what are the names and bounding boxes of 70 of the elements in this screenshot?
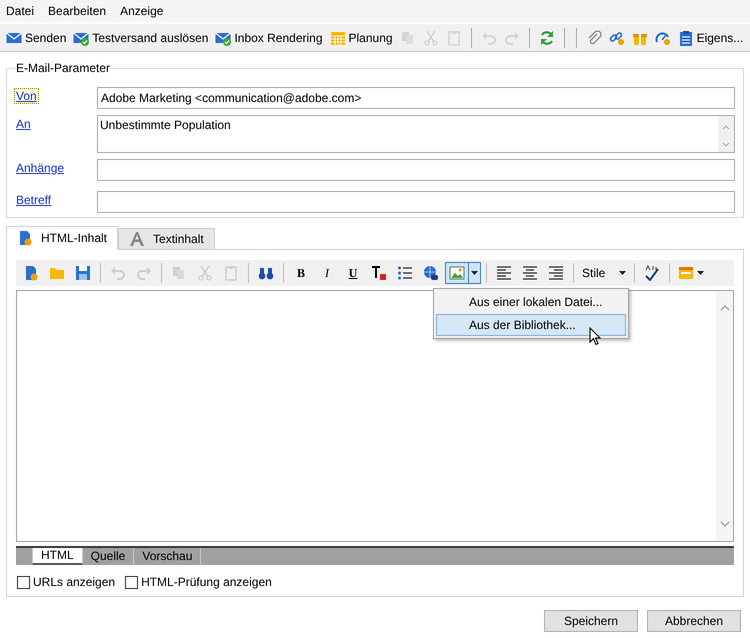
toolbar-button[interactable]: U xyxy=(341,262,365,284)
scrollbar[interactable] xyxy=(716,291,733,541)
text-area[interactable]: Unbestimmte Population xyxy=(97,115,735,153)
toolbar-button[interactable]: Senden xyxy=(4,26,68,48)
envelope-check-icon xyxy=(73,30,90,46)
insert-image-button[interactable] xyxy=(445,262,481,284)
checkbox[interactable] xyxy=(17,576,30,588)
field-label-link[interactable]: Betreff xyxy=(15,193,52,207)
input-field[interactable] xyxy=(97,191,735,213)
redo-icon xyxy=(504,30,520,46)
mouse-cursor-icon xyxy=(589,327,601,346)
field-label-link[interactable]: Von xyxy=(15,89,38,103)
content-tab[interactable]: Textinhalt xyxy=(118,228,215,249)
toolbar-button[interactable]: Testversand auslösen xyxy=(71,26,210,48)
link-icon xyxy=(608,30,625,46)
undo-icon xyxy=(110,265,126,281)
checkbox[interactable] xyxy=(125,576,138,588)
document-icon xyxy=(23,265,39,281)
dialog-button[interactable]: Abbrechen xyxy=(647,610,741,632)
document-icon xyxy=(17,230,33,246)
clipboard-icon xyxy=(678,30,694,46)
refresh-icon xyxy=(538,30,555,46)
save-icon xyxy=(75,265,91,281)
toolbar-button[interactable]: B xyxy=(289,262,313,284)
checkbox-label: URLs anzeigen xyxy=(33,574,116,591)
binoculars-icon xyxy=(258,265,274,281)
text-color-icon xyxy=(371,265,387,281)
scroll-down-icon[interactable] xyxy=(720,521,730,527)
align-center-icon xyxy=(522,265,538,281)
toolbar-button[interactable]: Eigens... xyxy=(676,26,746,48)
clipboard-icon xyxy=(223,265,239,281)
input-field[interactable] xyxy=(97,159,735,181)
bulleted-list-icon xyxy=(397,265,413,281)
copy-icon xyxy=(400,30,416,46)
menu-item[interactable]: Anzeige xyxy=(118,2,166,20)
envelope-check-icon xyxy=(215,30,232,46)
letter-a-icon xyxy=(129,231,146,247)
dialog-button[interactable]: Speichern xyxy=(544,610,638,632)
editor-area[interactable] xyxy=(16,290,734,542)
toolbar-button[interactable]: Planung xyxy=(328,26,395,48)
image-icon xyxy=(449,265,465,281)
toolbar-button[interactable]: I xyxy=(315,262,339,284)
undo-icon xyxy=(480,30,497,46)
menu-item[interactable]: Datei xyxy=(4,2,36,20)
align-left-icon xyxy=(496,265,512,281)
clipboard-icon xyxy=(446,30,462,46)
scroll-up-icon[interactable] xyxy=(720,305,730,311)
field-label-link[interactable]: Anhänge xyxy=(15,161,66,175)
envelope-icon xyxy=(6,30,22,46)
input-field[interactable]: Adobe Marketing <communication@adobe.com> xyxy=(97,87,735,109)
toolbar-button[interactable]: Inbox Rendering xyxy=(213,26,325,48)
menu-item[interactable]: Aus einer lokalen Datei... xyxy=(436,291,626,313)
checkbox-label: HTML-Prüfung anzeigen xyxy=(141,574,272,591)
copy-icon xyxy=(171,265,187,281)
content-tab[interactable]: HTML-Inhalt xyxy=(6,226,118,250)
scissors-icon xyxy=(422,30,439,46)
gauge-icon xyxy=(654,30,671,46)
view-tab[interactable]: HTML xyxy=(32,548,83,565)
globe-link-icon xyxy=(423,265,439,281)
styles-dropdown[interactable]: Stile xyxy=(579,262,630,284)
menu-item[interactable]: Bearbeiten xyxy=(46,2,108,20)
folder-icon xyxy=(49,265,65,281)
scissors-icon xyxy=(197,265,213,281)
spellcheck-icon xyxy=(644,265,660,281)
calendar-icon xyxy=(330,30,346,46)
align-right-icon xyxy=(548,265,564,281)
field-label-link[interactable]: An xyxy=(15,117,32,131)
group-title: E-Mail-Parameter xyxy=(15,61,112,75)
panel-icon xyxy=(678,265,694,281)
redo-icon xyxy=(136,265,152,281)
